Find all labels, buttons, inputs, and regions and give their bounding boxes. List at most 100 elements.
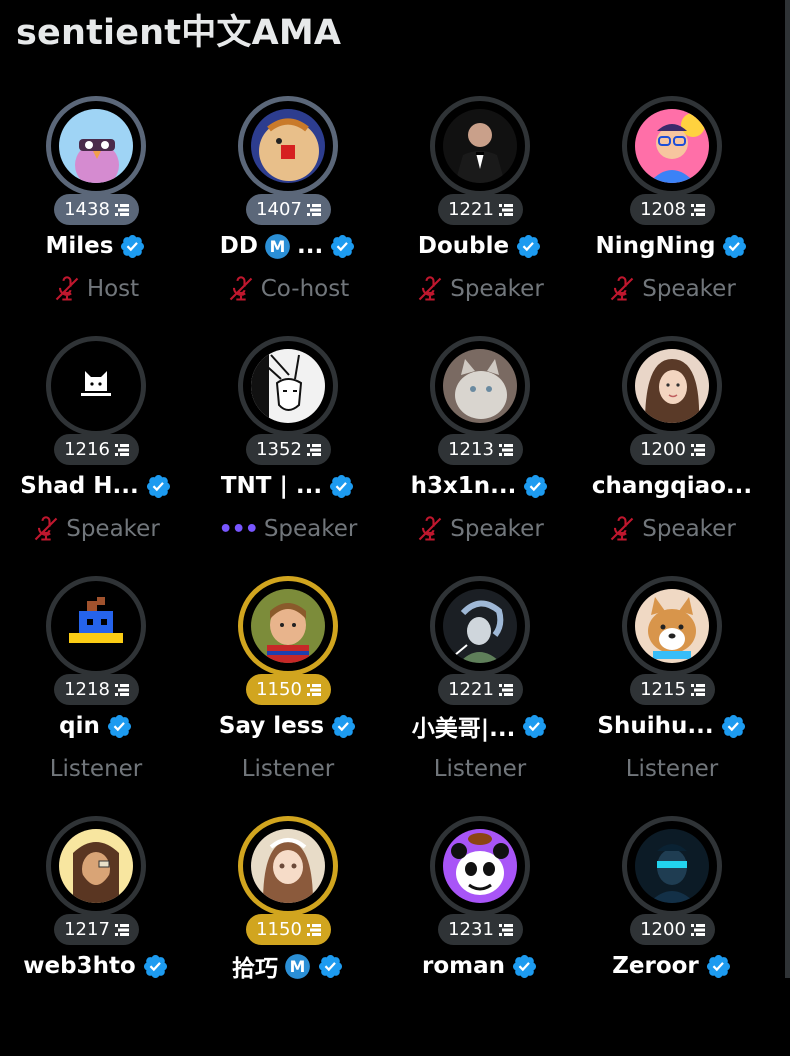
participant-role-row [576,992,768,1026]
points-badge: 1221 [438,194,523,225]
participant-name-row: TNT | ... [192,470,384,502]
points-icon [498,443,513,456]
participant-card[interactable]: 1218 qin Listener [0,576,192,816]
participant-role-row: Speaker [384,272,576,306]
participant-role: Listener [433,756,527,782]
participant-name-row: web3hto [0,950,192,982]
participant-role-row: Co-host [192,272,384,306]
avatar-ring [430,336,530,436]
participant-card[interactable]: 1221 Double Speaker [384,96,576,336]
participant-role: Speaker [66,516,160,542]
participant-card[interactable]: 1438 Miles Host [0,96,192,336]
points-badge: 1200 [630,914,715,945]
m-badge-icon: M [285,953,310,979]
avatar[interactable] [635,829,709,903]
points-icon [498,203,513,216]
participant-role-row: Speaker [576,272,768,306]
participant-card[interactable]: 1200 Zeroor [576,816,768,1056]
participant-name-row: changqiao... [576,470,768,502]
participant-role: Listener [49,756,143,782]
verified-badge-icon [706,954,730,978]
avatar[interactable] [251,589,325,663]
participant-grid: 1438 Miles Host 1407 DD M... Co-host 1221 Double… [0,96,770,982]
points-icon [114,683,129,696]
muted-mic-icon [418,276,442,301]
avatar[interactable] [59,109,133,183]
verified-badge-icon [723,234,747,258]
avatar[interactable] [443,349,517,423]
points-value: 1213 [448,439,494,460]
avatar-ring [430,576,530,676]
points-badge: 1213 [438,434,523,465]
participant-card[interactable]: 1200 changqiao... Speaker [576,336,768,576]
participant-card[interactable]: 1407 DD M... Co-host [192,96,384,336]
participant-role-row: Speaker [384,512,576,546]
participant-name: NingNing [595,233,716,259]
participant-card[interactable]: 1216 Shad H... Speaker [0,336,192,576]
avatar-ring [622,96,722,196]
avatar[interactable] [635,589,709,663]
participant-name-row: Shuihu... [576,710,768,742]
points-value: 1200 [640,439,686,460]
participant-card[interactable]: 1221 小美哥|... Listener [384,576,576,816]
participant-card[interactable]: 1352 TNT | ... ••• Speaker [192,336,384,576]
participant-role-row: Listener [576,752,768,786]
participant-card[interactable]: 1150 Say less Listener [192,576,384,816]
points-icon [114,443,129,456]
points-badge: 1215 [630,674,715,705]
participant-role-row: Host [0,272,192,306]
participant-card[interactable]: 1215 Shuihu... Listener [576,576,768,816]
scroll-edge [785,0,790,978]
avatar-ring [622,336,722,436]
avatar[interactable] [443,589,517,663]
avatar[interactable] [251,829,325,903]
participant-role: Speaker [263,516,358,542]
participant-name: TNT | ... [220,473,323,499]
participant-role: Listener [625,756,719,782]
avatar[interactable] [59,589,133,663]
participant-card[interactable]: 1231 roman [384,816,576,1056]
participant-name-row: h3x1n... [384,470,576,502]
participant-name: Shuihu... [597,713,714,739]
avatar-ring [622,816,722,916]
avatar[interactable] [635,349,709,423]
avatar[interactable] [59,829,133,903]
participant-role-row [0,992,192,1026]
participant-name-row: Zeroor [576,950,768,982]
participant-name-row: qin [0,710,192,742]
avatar[interactable] [443,829,517,903]
participant-role: Speaker [450,276,544,302]
avatar-ring [238,96,338,196]
participant-card[interactable]: 1217 web3hto [0,816,192,1056]
points-badge: 1231 [438,914,523,945]
verified-badge-icon [512,954,537,978]
participant-name: DD [219,233,258,259]
avatar[interactable] [635,109,709,183]
participant-name: web3hto [23,953,136,979]
avatar[interactable] [251,109,325,183]
avatar-ring [430,816,530,916]
participant-card[interactable]: 1208 NingNing Speaker [576,96,768,336]
points-badge: 1217 [54,914,139,945]
participant-card[interactable]: 1213 h3x1n... Speaker [384,336,576,576]
points-badge: 1208 [630,194,715,225]
points-icon [114,923,129,936]
m-badge-icon: M [265,233,290,259]
points-value: 1150 [256,679,302,700]
points-icon [690,443,705,456]
verified-badge-icon [331,234,355,258]
points-value: 1221 [448,679,494,700]
participant-name: qin [59,713,100,739]
participant-role-row [384,992,576,1026]
verified-badge-icon [121,234,145,258]
avatar-ring [46,336,146,436]
avatar-ring [46,576,146,676]
points-value: 1407 [256,199,302,220]
participant-name: Zeroor [612,953,699,979]
participant-role-row: Listener [384,752,576,786]
avatar[interactable] [443,109,517,183]
avatar[interactable] [251,349,325,423]
avatar[interactable] [59,349,133,423]
participant-card[interactable]: 1150 拾巧 M [192,816,384,1056]
points-badge: 1216 [54,434,139,465]
